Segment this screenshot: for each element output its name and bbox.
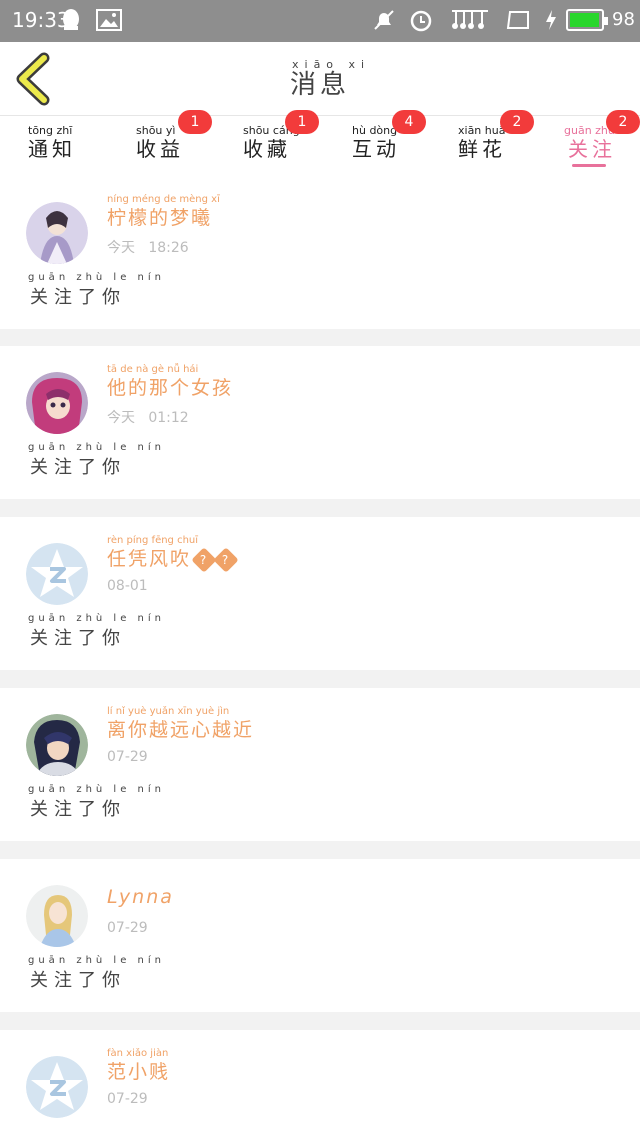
- battery-percent: 98: [612, 9, 635, 30]
- message-pinyin: guān zhù le nín: [28, 613, 165, 624]
- tab-flowers[interactable]: xiān huā 鲜花 2: [458, 110, 558, 176]
- mute-icon: [374, 10, 394, 30]
- username-text: 任凭风吹: [107, 548, 192, 570]
- list-item[interactable]: lí nǐ yuè yuǎn xīn yuè jìn 离你越远心越近 07-29…: [0, 688, 640, 841]
- message-text: 关注了你: [30, 457, 126, 478]
- avatar[interactable]: [26, 202, 88, 264]
- tab-bar: tōng zhī 通知 shōu yì 收益 1 shōu cáng 收藏 1 …: [0, 110, 640, 176]
- list-item[interactable]: fàn xiǎo jiàn 范小贱 07-29: [0, 1030, 640, 1138]
- tab-notifications[interactable]: tōng zhī 通知: [28, 116, 128, 176]
- unknown-glyph-icon: ?: [213, 546, 239, 573]
- message-pinyin: guān zhù le nín: [28, 272, 165, 283]
- unread-badge: 1: [178, 110, 212, 134]
- message-text: 关注了你: [30, 628, 126, 649]
- timestamp: 07-29: [107, 749, 148, 765]
- timestamp: 07-29: [107, 1091, 148, 1107]
- unknown-glyph-icon: ?: [191, 546, 217, 573]
- list-item[interactable]: Lynna 07-29 guān zhù le nín 关注了你: [0, 859, 640, 1012]
- tab-label: 收藏: [243, 137, 291, 161]
- username[interactable]: 任凭风吹??: [107, 544, 239, 573]
- timestamp: 今天 01:12: [107, 407, 189, 427]
- music-notes-icon: [452, 10, 488, 29]
- message-pinyin: guān zhù le nín: [28, 784, 165, 795]
- default-avatar-icon[interactable]: [26, 543, 88, 605]
- unread-badge: 2: [500, 110, 534, 134]
- timestamp: 07-29: [107, 920, 148, 936]
- avatar[interactable]: [26, 372, 88, 434]
- message-text: 关注了你: [30, 970, 126, 991]
- time: 01:12: [148, 410, 189, 426]
- tab-following[interactable]: guān zhù 关注 2: [564, 110, 640, 176]
- list-item[interactable]: níng méng de mèng xī 柠檬的梦曦 今天 18:26 guān…: [0, 176, 640, 329]
- qq-penguin-icon: [63, 9, 79, 30]
- username[interactable]: 柠檬的梦曦: [107, 203, 212, 230]
- list-item[interactable]: tā de nà gè nǚ hái 他的那个女孩 今天 01:12 guān …: [0, 346, 640, 499]
- date-prefix: 今天: [107, 240, 135, 256]
- message-pinyin: guān zhù le nín: [28, 442, 165, 453]
- avatar[interactable]: [26, 885, 88, 947]
- message-text: 关注了你: [30, 799, 126, 820]
- unread-badge: 4: [392, 110, 426, 134]
- tab-label: 关注: [568, 137, 616, 161]
- active-tab-indicator: [572, 164, 606, 167]
- tab-favorites[interactable]: shōu cáng 收藏 1: [243, 110, 343, 176]
- screen-icon: [506, 11, 529, 29]
- message-text: 关注了你: [30, 287, 126, 308]
- alarm-icon: [410, 10, 432, 32]
- username[interactable]: 他的那个女孩: [107, 373, 233, 400]
- avatar[interactable]: [26, 714, 88, 776]
- unread-badge: 2: [606, 110, 640, 134]
- battery-icon: [566, 9, 608, 31]
- tab-earnings[interactable]: shōu yì 收益 1: [136, 110, 236, 176]
- time: 18:26: [148, 240, 189, 256]
- tab-label: 通知: [28, 137, 76, 161]
- default-avatar-icon[interactable]: [26, 1056, 88, 1118]
- timestamp: 今天 18:26: [107, 237, 189, 257]
- username[interactable]: 离你越远心越近: [107, 715, 254, 742]
- timestamp: 08-01: [107, 578, 148, 594]
- tab-label: 收益: [136, 137, 184, 161]
- date-prefix: 今天: [107, 410, 135, 426]
- page-title: 消息: [289, 70, 350, 100]
- unread-badge: 1: [285, 110, 319, 134]
- username[interactable]: Lynna: [107, 886, 174, 908]
- list-item[interactable]: rèn píng fēng chuī 任凭风吹?? 08-01 guān zhù…: [0, 517, 640, 670]
- charging-icon: [546, 10, 556, 30]
- username[interactable]: 范小贱: [107, 1057, 170, 1084]
- tab-label: 鲜花: [458, 137, 506, 161]
- tab-label: 互动: [352, 137, 400, 161]
- message-pinyin: guān zhù le nín: [28, 955, 165, 966]
- header: xiāo xi 消息: [0, 42, 640, 116]
- image-icon: [96, 9, 122, 31]
- status-bar: 19:33 98: [0, 0, 640, 42]
- tab-interactions[interactable]: hù dòng 互动 4: [352, 110, 452, 176]
